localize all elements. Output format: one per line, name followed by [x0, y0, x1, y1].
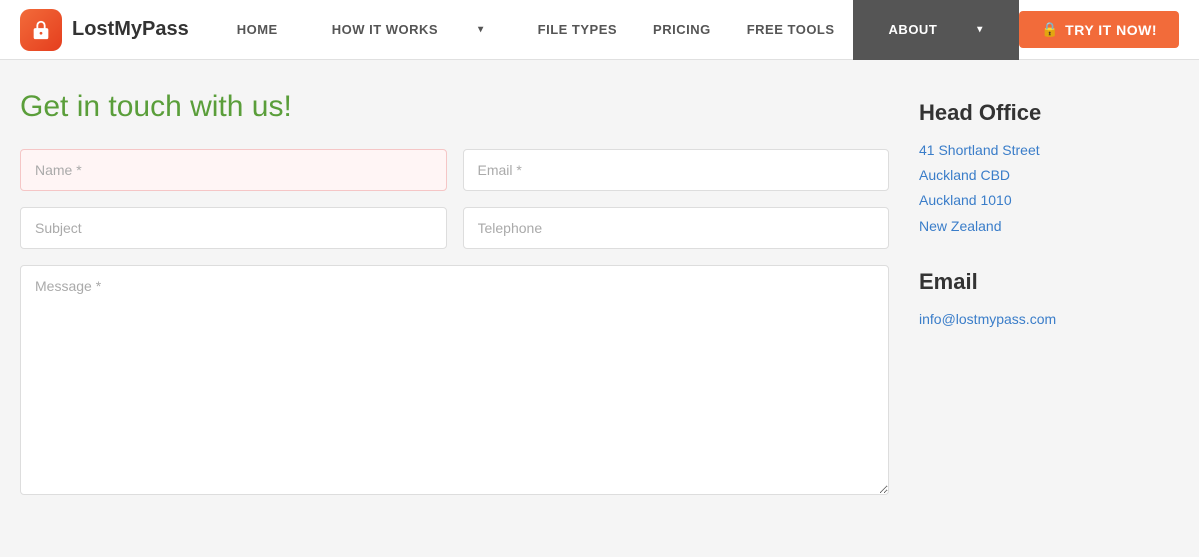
nav-item-file-types[interactable]: FILE TYPES: [520, 0, 635, 60]
navbar: LostMyPass HOME HOW IT WORKS ▾ FILE TYPE…: [0, 0, 1199, 60]
head-office-heading: Head Office: [919, 100, 1179, 126]
form-row-subject-telephone: [20, 207, 889, 249]
brand-name: LostMyPass: [72, 18, 189, 41]
chevron-down-icon-about: ▾: [959, 0, 1001, 60]
email-input[interactable]: [463, 149, 890, 191]
telephone-field-group: [463, 207, 890, 249]
brand-icon: [20, 9, 62, 51]
main-content: Get in touch with us! Head Offi: [0, 60, 1199, 556]
email-link[interactable]: info@lostmypass.com: [919, 311, 1056, 327]
nav-item-pricing[interactable]: PRICING: [635, 0, 729, 60]
name-field-group: [20, 149, 447, 191]
lock-icon: [30, 19, 52, 41]
telephone-input[interactable]: [463, 207, 890, 249]
nav-item-free-tools[interactable]: FREE TOOLS: [729, 0, 853, 60]
subject-input[interactable]: [20, 207, 447, 249]
name-input[interactable]: [20, 149, 447, 191]
sidebar: Head Office 41 Shortland Street Auckland…: [919, 90, 1179, 516]
address-line1: 41 Shortland Street: [919, 138, 1179, 163]
nav-item-about[interactable]: ABOUT ▾: [853, 0, 1019, 60]
head-office-address: 41 Shortland Street Auckland CBD Aucklan…: [919, 138, 1179, 239]
nav-item-home[interactable]: HOME: [219, 0, 296, 60]
nav-menu: HOME HOW IT WORKS ▾ FILE TYPES PRICING F…: [219, 0, 1020, 60]
email-heading: Email: [919, 269, 1179, 295]
email-section: Email info@lostmypass.com: [919, 269, 1179, 332]
address-line2: Auckland CBD: [919, 163, 1179, 188]
address-line4: New Zealand: [919, 214, 1179, 239]
navbar-cta: 🔒 TRY IT NOW!: [1019, 11, 1179, 48]
brand-logo[interactable]: LostMyPass: [20, 9, 189, 51]
subject-field-group: [20, 207, 447, 249]
message-textarea[interactable]: [20, 265, 889, 495]
form-row-message: [20, 265, 889, 500]
email-address: info@lostmypass.com: [919, 307, 1179, 332]
form-row-name-email: [20, 149, 889, 191]
nav-item-how-it-works[interactable]: HOW IT WORKS ▾: [296, 0, 520, 60]
address-line3: Auckland 1010: [919, 188, 1179, 213]
chevron-down-icon: ▾: [460, 0, 502, 60]
email-field-group: [463, 149, 890, 191]
try-it-now-button[interactable]: 🔒 TRY IT NOW!: [1019, 11, 1179, 48]
contact-section: Get in touch with us!: [20, 90, 889, 516]
page-title: Get in touch with us!: [20, 90, 889, 124]
head-office-section: Head Office 41 Shortland Street Auckland…: [919, 100, 1179, 239]
message-field-group: [20, 265, 889, 500]
lock-cta-icon: 🔒: [1041, 21, 1059, 38]
